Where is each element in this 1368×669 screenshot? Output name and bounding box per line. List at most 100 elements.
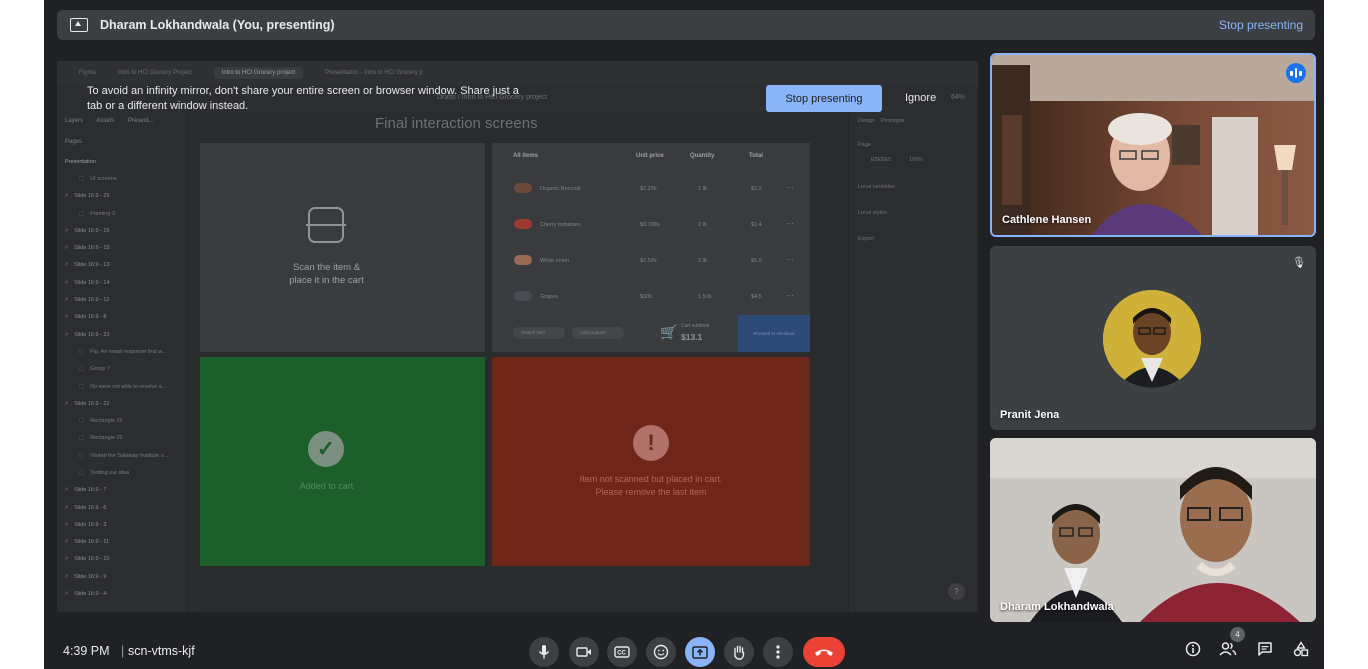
error-line: Please remove the last item <box>595 487 707 497</box>
figma-zoom: 64% <box>951 94 966 101</box>
layer-item: Slide 16:9 - 3 <box>65 516 185 533</box>
participant-name: Pranit Jena <box>1000 409 1060 421</box>
camera-icon <box>576 647 591 657</box>
table-row: White onion $2.5/lb 2 lb $5.0 ⋯ <box>492 243 810 279</box>
layer-item: Slide 16:9 - 15 <box>65 239 185 256</box>
layer-item: UI screens <box>65 170 185 187</box>
figma-canvas: Final interaction screens Scan the item … <box>200 113 848 612</box>
meeting-details-button[interactable] <box>1182 641 1204 663</box>
raise-hand-icon <box>734 645 745 660</box>
participant-video <box>990 438 1316 622</box>
local-variables: Local variables <box>858 184 895 190</box>
microphone-button[interactable] <box>529 637 559 667</box>
layer-item: Slide 16:9 - 16 <box>65 222 185 239</box>
table-cell: $4.5 <box>751 294 762 300</box>
table-cell: $0.70/lb <box>640 222 660 228</box>
subtotal-value: $13.1 <box>681 332 703 342</box>
tab-assets: Assets <box>96 118 115 124</box>
proceed-checkout-button: Proceed to checkout <box>738 315 810 352</box>
browser-tab: Figma <box>79 70 96 76</box>
layer-item: No were not able to receive a... <box>65 378 185 395</box>
avatar-image <box>1103 290 1201 388</box>
layer-item: Slide 16:9 - 13 <box>65 257 185 274</box>
browser-tab: Presentation - Intro to HCI Grocery p <box>325 70 423 76</box>
participant-name: Dharam Lokhandwala <box>1000 601 1114 613</box>
browser-tab: Intro to HCI Grocery project <box>213 67 304 79</box>
layer-item: Slide 16:9 - 12 <box>65 291 185 308</box>
help-icon: ? <box>948 583 965 600</box>
scan-text-line: place it in the cart <box>289 275 364 286</box>
ignore-button[interactable]: Ignore <box>905 92 936 104</box>
layer-item: Slide 16:9 - 29 <box>65 188 185 205</box>
export-label: Export <box>858 236 874 242</box>
present-screen-icon <box>692 645 708 659</box>
activities-icon <box>1293 641 1309 657</box>
people-button[interactable] <box>1217 641 1239 663</box>
camera-button[interactable] <box>569 637 599 667</box>
emoji-icon <box>653 644 669 660</box>
present-now-button[interactable] <box>685 637 715 667</box>
table-header: Unit price <box>636 153 664 159</box>
end-call-button[interactable] <box>803 637 845 667</box>
people-count-badge: 4 <box>1230 627 1245 642</box>
reactions-button[interactable] <box>646 637 676 667</box>
layer-item: Visited the Safeway Institute o... <box>65 447 185 464</box>
figma-layers-panel: Layers Assets Present... Pages Presentat… <box>57 113 188 612</box>
table-cell: $2.2 <box>751 186 762 192</box>
layer-list: Presentation UI screensSlide 16:9 - 29Fra… <box>65 153 185 603</box>
layer-item: Rectangle 26 <box>65 412 185 429</box>
info-icon <box>1185 641 1201 657</box>
page-color: E5E5E5 <box>871 157 892 163</box>
page-opacity: 100% <box>909 157 924 163</box>
page-label: Page <box>858 142 871 148</box>
produce-thumbnail <box>514 291 532 301</box>
table-cell: Organic Broccoli <box>540 186 581 192</box>
tab-design: Design <box>858 118 876 124</box>
layer-item: Slide 16:9 - 23 <box>65 326 185 343</box>
produce-thumbnail <box>514 219 532 229</box>
table-cell: 1.5 lb <box>698 294 712 300</box>
table-row: Cherry tomatoes $0.70/lb 2 lb $1.4 ⋯ <box>492 207 810 243</box>
pages-label: Pages <box>65 139 83 145</box>
table-cell: 2 lb <box>698 258 707 264</box>
time-separator: | <box>121 644 125 658</box>
stop-presenting-button[interactable]: Stop presenting <box>766 85 882 112</box>
avatar <box>1103 290 1201 388</box>
participant-video <box>992 55 1314 235</box>
more-options-button[interactable] <box>763 637 793 667</box>
stop-presenting-link[interactable]: Stop presenting <box>1219 18 1303 32</box>
check-icon: ✓ <box>308 431 344 467</box>
added-to-cart-text: Added to cart <box>299 481 354 491</box>
produce-thumbnail <box>514 183 532 193</box>
captions-button[interactable]: CC <box>607 637 637 667</box>
participant-tile-dharam[interactable]: Dharam Lokhandwala <box>990 438 1316 622</box>
table-header: Quantity <box>690 153 715 159</box>
add-produce-pill: Add produce <box>572 327 624 339</box>
activities-button[interactable] <box>1290 641 1312 663</box>
infinity-mirror-warning: To avoid an infinity mirror, don't share… <box>87 85 519 112</box>
table-cell: 2 lb <box>698 222 707 228</box>
scan-instructions: Scan the item & place it in the cart <box>200 261 453 287</box>
scan-item-screen: Scan the item & place it in the cart <box>200 143 485 352</box>
more-vert-icon <box>776 645 780 659</box>
layer-item: Slide 16:9 - 14 <box>65 274 185 291</box>
participant-tile-cathlene[interactable]: Cathlene Hansen <box>990 53 1316 237</box>
table-cell: $5.0 <box>751 258 762 264</box>
browser-tab: Intro to HCI Grocery Project <box>117 70 192 76</box>
table-cell: 1 lb <box>698 186 707 192</box>
chat-button[interactable] <box>1254 641 1276 663</box>
layer-item: Slide 16:9 - 4 <box>65 585 185 602</box>
present-screen-icon <box>70 18 88 32</box>
layer-item: Group 7 <box>65 361 185 378</box>
table-header: All items <box>513 153 539 159</box>
layer-item: Slide 16:9 - 9 <box>65 568 185 585</box>
table-cell: $3/lb <box>640 294 652 300</box>
barcode-scan-icon <box>306 207 346 243</box>
tab-present: Present... <box>128 118 154 124</box>
browser-tab-strip: Figma Intro to HCI Grocery Project Intro… <box>57 61 978 85</box>
layer-item: Slide 16:9 - 10 <box>65 551 185 568</box>
participant-tile-pranit[interactable]: 🎙︎ Pranit Jena <box>990 246 1316 430</box>
tab-prototype: Prototype <box>881 118 905 124</box>
raise-hand-button[interactable] <box>724 637 754 667</box>
more-horizontal-icon: ⋯ <box>786 255 794 264</box>
